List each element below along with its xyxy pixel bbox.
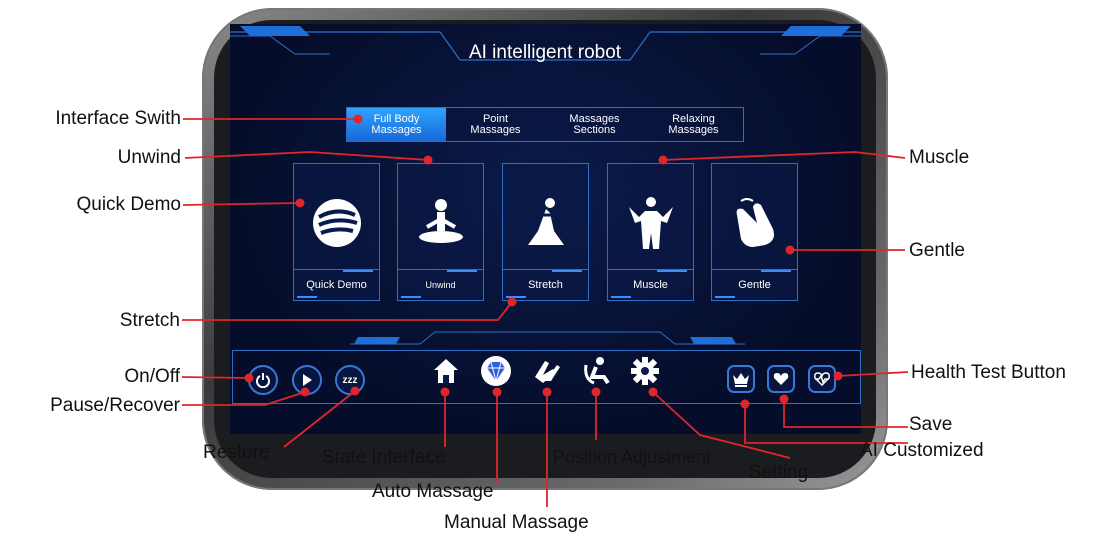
annotation-quick-demo: Quick Demo bbox=[76, 194, 181, 215]
annotation-save: Save bbox=[909, 414, 953, 435]
annotation-health-test-button: Health Test Button bbox=[911, 362, 1066, 383]
annotation-gentle: Gentle bbox=[909, 240, 965, 261]
annotation-unwind: Unwind bbox=[117, 147, 181, 168]
annotation-ai-customized: AI Customized bbox=[860, 440, 984, 461]
annotation-position-adjustment: Position Adjustment bbox=[553, 447, 712, 467]
annotation-stretch: Stretch bbox=[119, 310, 180, 331]
annotation-on-off: On/Off bbox=[124, 366, 180, 387]
annotation-setting: Setting bbox=[749, 462, 809, 483]
annotation-manual-massage: Manual Massage bbox=[444, 512, 589, 533]
annotation-muscle: Muscle bbox=[909, 147, 970, 168]
annotation-interface-switch: Interface Swith bbox=[55, 108, 181, 129]
diagram-stage: AI intelligent robot Full Body Massages … bbox=[0, 0, 1112, 538]
annotation-auto-massage: Auto Massage bbox=[372, 481, 494, 502]
annotation-pause-recover: Pause/Recover bbox=[50, 395, 180, 416]
annotation-state-interface: State Interface bbox=[322, 447, 446, 468]
annotation-restore: Restore bbox=[203, 442, 270, 463]
